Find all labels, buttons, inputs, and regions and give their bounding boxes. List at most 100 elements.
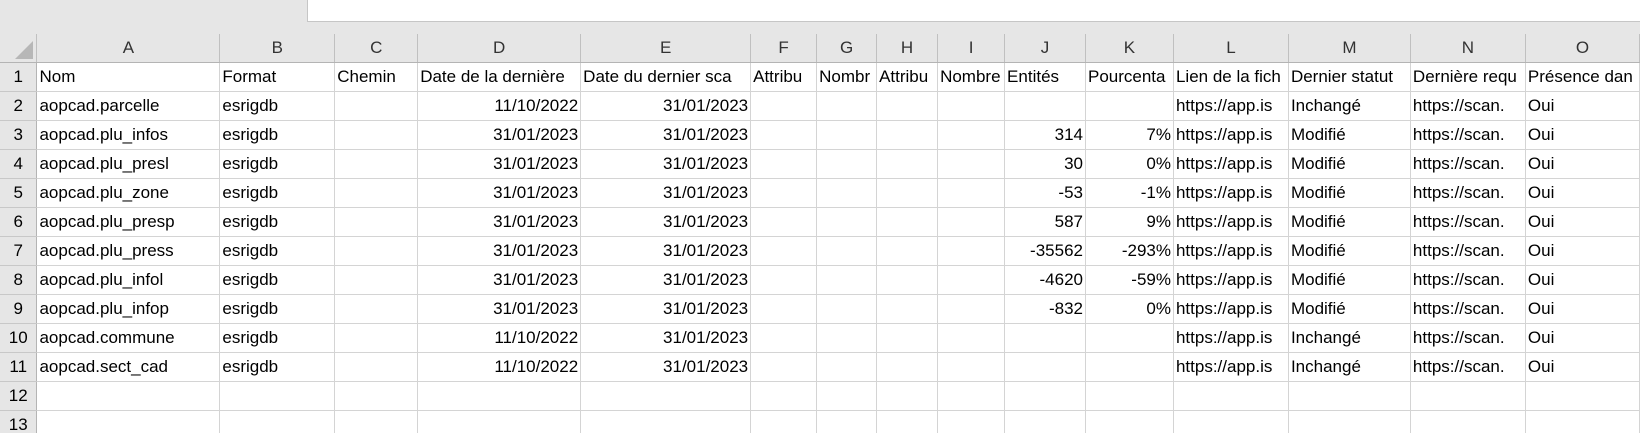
cell-c12[interactable] — [334, 381, 419, 411]
cell-a13[interactable] — [36, 410, 221, 433]
cell-h10[interactable] — [876, 323, 939, 353]
cell-g8[interactable] — [816, 265, 878, 295]
cell-d4[interactable]: 31/01/2023 — [417, 149, 582, 179]
cell-g6[interactable] — [816, 207, 878, 237]
cell-c5[interactable] — [334, 178, 419, 208]
cell-e3[interactable]: 31/01/2023 — [580, 120, 752, 150]
cell-j8[interactable]: -4620 — [1004, 265, 1086, 295]
row-header[interactable]: 3 — [0, 120, 38, 150]
cell-e10[interactable]: 31/01/2023 — [580, 323, 752, 353]
cell-n7[interactable]: https://scan. — [1410, 236, 1526, 266]
cell-m8[interactable]: Modifié — [1288, 265, 1411, 295]
cell-l2[interactable]: https://app.is — [1173, 91, 1289, 121]
cell-h6[interactable] — [876, 207, 939, 237]
cell-d7[interactable]: 31/01/2023 — [417, 236, 582, 266]
cell-h1[interactable]: Attribu — [876, 62, 939, 92]
cell-d8[interactable]: 31/01/2023 — [417, 265, 582, 295]
cell-e4[interactable]: 31/01/2023 — [580, 149, 752, 179]
cell-d9[interactable]: 31/01/2023 — [417, 294, 582, 324]
cell-d6[interactable]: 31/01/2023 — [417, 207, 582, 237]
cell-d13[interactable] — [417, 410, 582, 433]
cell-m6[interactable]: Modifié — [1288, 207, 1411, 237]
cell-a5[interactable]: aopcad.plu_zone — [36, 178, 221, 208]
cell-a11[interactable]: aopcad.sect_cad — [36, 352, 221, 382]
cell-k5[interactable]: -1% — [1085, 178, 1174, 208]
cell-i4[interactable] — [937, 149, 1006, 179]
cell-i7[interactable] — [937, 236, 1006, 266]
cell-c6[interactable] — [334, 207, 419, 237]
cell-o8[interactable]: Oui — [1525, 265, 1640, 295]
cell-n5[interactable]: https://scan. — [1410, 178, 1526, 208]
column-header-c[interactable]: C — [334, 34, 419, 63]
column-header-g[interactable]: G — [816, 34, 878, 63]
cell-m10[interactable]: Inchangé — [1288, 323, 1411, 353]
row-header[interactable]: 9 — [0, 294, 38, 324]
cell-f5[interactable] — [750, 178, 818, 208]
cell-b4[interactable]: esrigdb — [219, 149, 336, 179]
cell-o5[interactable]: Oui — [1525, 178, 1640, 208]
cell-c13[interactable] — [334, 410, 419, 433]
cell-a1[interactable]: Nom — [36, 62, 221, 92]
cell-h7[interactable] — [876, 236, 939, 266]
cell-f11[interactable] — [750, 352, 818, 382]
cell-l7[interactable]: https://app.is — [1173, 236, 1289, 266]
cell-e11[interactable]: 31/01/2023 — [580, 352, 752, 382]
cell-c10[interactable] — [334, 323, 419, 353]
cell-i11[interactable] — [937, 352, 1006, 382]
cell-c7[interactable] — [334, 236, 419, 266]
cell-j11[interactable] — [1004, 352, 1086, 382]
cell-a2[interactable]: aopcad.parcelle — [36, 91, 221, 121]
cell-m11[interactable]: Inchangé — [1288, 352, 1411, 382]
cell-e8[interactable]: 31/01/2023 — [580, 265, 752, 295]
cell-e1[interactable]: Date du dernier sca — [580, 62, 752, 92]
cell-m9[interactable]: Modifié — [1288, 294, 1411, 324]
cell-i12[interactable] — [937, 381, 1006, 411]
cell-c1[interactable]: Chemin — [334, 62, 419, 92]
cell-d3[interactable]: 31/01/2023 — [417, 120, 582, 150]
cell-m2[interactable]: Inchangé — [1288, 91, 1411, 121]
cell-o2[interactable]: Oui — [1525, 91, 1640, 121]
cell-d12[interactable] — [417, 381, 582, 411]
cell-n6[interactable]: https://scan. — [1410, 207, 1526, 237]
cell-h8[interactable] — [876, 265, 939, 295]
cell-e6[interactable]: 31/01/2023 — [580, 207, 752, 237]
row-header[interactable]: 11 — [0, 352, 38, 382]
cell-l8[interactable]: https://app.is — [1173, 265, 1289, 295]
cell-m5[interactable]: Modifié — [1288, 178, 1411, 208]
cell-k6[interactable]: 9% — [1085, 207, 1174, 237]
cell-m12[interactable] — [1288, 381, 1411, 411]
cell-k8[interactable]: -59% — [1085, 265, 1174, 295]
column-header-k[interactable]: K — [1085, 34, 1174, 63]
cell-f1[interactable]: Attribu — [750, 62, 818, 92]
cell-i3[interactable] — [937, 120, 1006, 150]
cell-k2[interactable] — [1085, 91, 1174, 121]
column-header-o[interactable]: O — [1525, 34, 1640, 63]
cell-n13[interactable] — [1410, 410, 1526, 433]
cell-l4[interactable]: https://app.is — [1173, 149, 1289, 179]
select-all-corner[interactable] — [0, 34, 38, 63]
cell-f8[interactable] — [750, 265, 818, 295]
cell-o11[interactable]: Oui — [1525, 352, 1640, 382]
cell-g4[interactable] — [816, 149, 878, 179]
cell-a8[interactable]: aopcad.plu_infol — [36, 265, 221, 295]
cell-c9[interactable] — [334, 294, 419, 324]
row-header[interactable]: 1 — [0, 62, 38, 92]
cell-g3[interactable] — [816, 120, 878, 150]
cell-i10[interactable] — [937, 323, 1006, 353]
cell-o3[interactable]: Oui — [1525, 120, 1640, 150]
row-header[interactable]: 8 — [0, 265, 38, 295]
cell-b7[interactable]: esrigdb — [219, 236, 336, 266]
cell-g1[interactable]: Nombr — [816, 62, 878, 92]
cell-f9[interactable] — [750, 294, 818, 324]
cell-o7[interactable]: Oui — [1525, 236, 1640, 266]
cell-i1[interactable]: Nombre — [937, 62, 1006, 92]
cell-e5[interactable]: 31/01/2023 — [580, 178, 752, 208]
cell-k3[interactable]: 7% — [1085, 120, 1174, 150]
cell-f13[interactable] — [750, 410, 818, 433]
cell-f12[interactable] — [750, 381, 818, 411]
cell-a4[interactable]: aopcad.plu_presl — [36, 149, 221, 179]
column-header-f[interactable]: F — [750, 34, 818, 63]
cell-e12[interactable] — [580, 381, 752, 411]
cell-m13[interactable] — [1288, 410, 1411, 433]
column-header-h[interactable]: H — [876, 34, 939, 63]
